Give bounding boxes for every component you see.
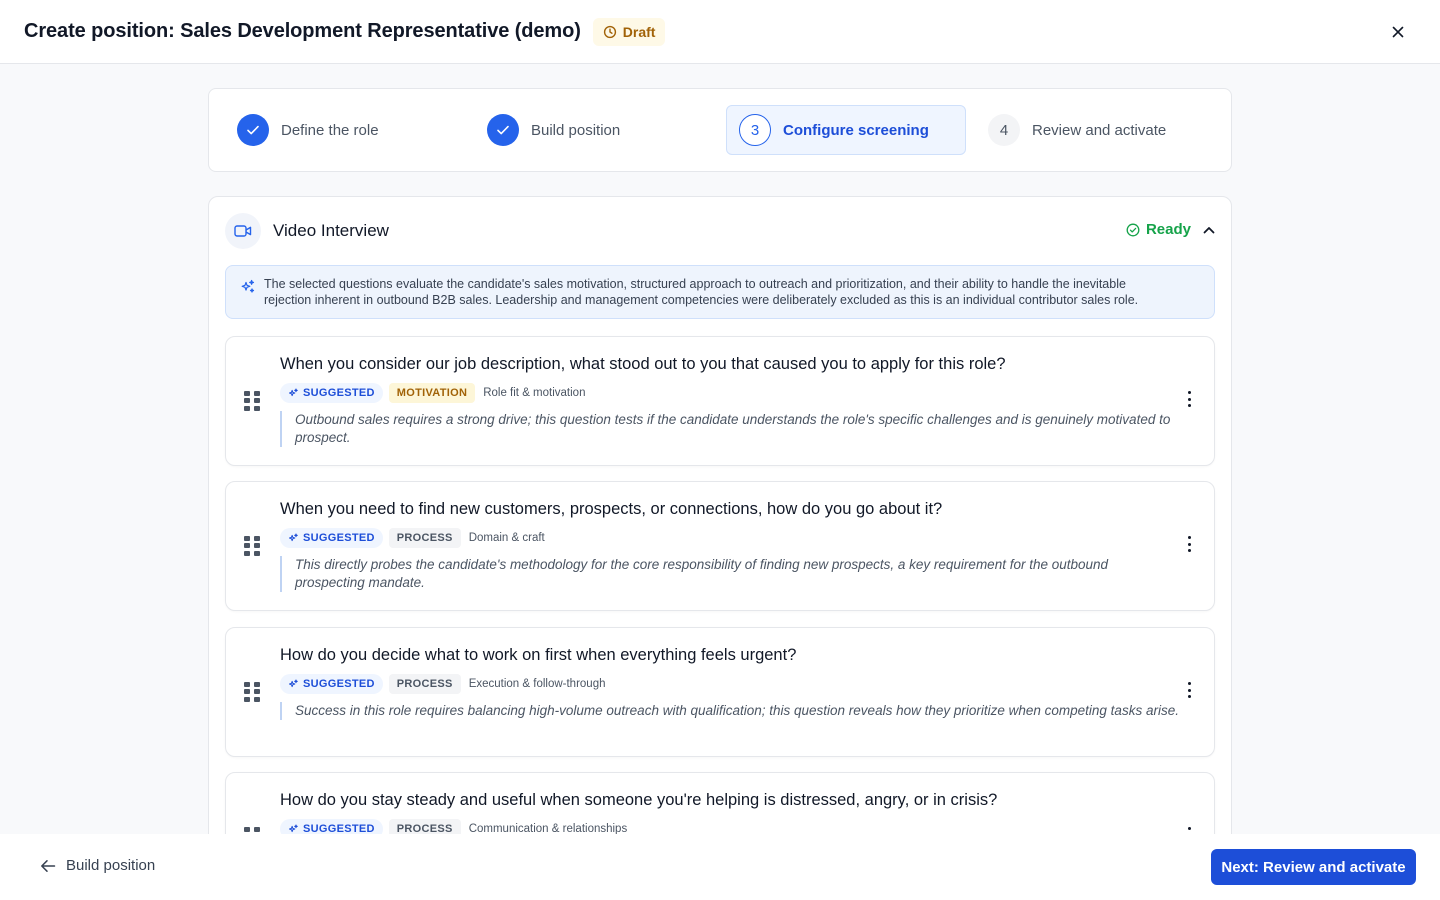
sparkles-icon xyxy=(288,679,298,687)
step-build-position[interactable]: Build position xyxy=(475,105,705,155)
step-number: 4 xyxy=(988,114,1020,146)
category-label: Role fit & motivation xyxy=(483,387,586,399)
suggested-label: SUGGESTED xyxy=(303,387,375,399)
status-badge-label: Draft xyxy=(622,23,656,40)
sparkles-icon xyxy=(288,388,298,396)
summary-line: The selected questions evaluate the cand… xyxy=(264,277,1126,291)
question-rationale: This directly probes the candidate's met… xyxy=(280,556,1180,592)
back-button-label: Build position xyxy=(66,857,156,874)
drag-handle-icon[interactable] xyxy=(244,682,260,702)
question-tags: SUGGESTED PROCESS Domain & craft xyxy=(280,528,545,548)
suggested-badge: SUGGESTED xyxy=(280,674,383,694)
question-card[interactable]: When you need to find new customers, pro… xyxy=(225,481,1215,611)
page-title: Create position: Sales Development Repre… xyxy=(24,20,581,42)
stepper: Define the role Build position 3 Configu… xyxy=(208,88,1232,172)
step-configure-screening[interactable]: 3 Configure screening xyxy=(726,105,966,155)
question-rationale: Success in this role requires balancing … xyxy=(280,702,1180,720)
arrow-left-icon xyxy=(41,859,56,872)
category-label: Domain & craft xyxy=(468,532,545,544)
ai-summary: The selected questions evaluate the cand… xyxy=(225,265,1215,319)
close-icon xyxy=(1392,26,1404,38)
question-tags: SUGGESTED MOTIVATION Role fit & motivati… xyxy=(280,383,585,403)
suggested-badge: SUGGESTED xyxy=(280,383,383,403)
suggested-badge: SUGGESTED xyxy=(280,528,383,548)
collapse-toggle[interactable] xyxy=(1203,226,1215,234)
ready-label: Ready xyxy=(1145,221,1191,238)
question-text: When you consider our job description, w… xyxy=(280,355,1006,373)
step-label: Configure screening xyxy=(783,121,929,139)
step-label: Define the role xyxy=(281,121,379,139)
step-define-the-role[interactable]: Define the role xyxy=(225,105,455,155)
check-icon xyxy=(247,125,259,135)
category-label: Execution & follow-through xyxy=(468,678,606,690)
question-tags: SUGGESTED PROCESS Execution & follow-thr… xyxy=(280,674,606,694)
question-rationale: Outbound sales requires a strong drive; … xyxy=(280,411,1180,447)
sparkles-icon xyxy=(241,279,255,293)
video-interview-header[interactable]: Video Interview Ready xyxy=(225,213,1215,249)
clock-icon xyxy=(603,25,616,38)
summary-line: rejection inherent in outbound B2B sales… xyxy=(264,293,1139,307)
question-text: How do you stay steady and useful when s… xyxy=(280,791,998,809)
suggested-label: SUGGESTED xyxy=(303,678,375,690)
sparkles-icon xyxy=(288,533,298,541)
kebab-menu-icon[interactable] xyxy=(1186,680,1192,700)
step-label: Build position xyxy=(531,121,621,139)
video-camera-icon xyxy=(234,225,252,237)
step-label: Review and activate xyxy=(1032,121,1167,139)
next-button[interactable]: Next: Review and activate xyxy=(1211,849,1416,885)
top-bar: Create position: Sales Development Repre… xyxy=(0,0,1440,64)
drag-handle-icon[interactable] xyxy=(244,536,260,556)
ready-status[interactable]: Ready xyxy=(1126,221,1215,238)
type-badge: PROCESS xyxy=(388,674,461,694)
sparkles-icon xyxy=(288,824,298,832)
step-complete-badge xyxy=(487,114,519,146)
question-text: When you need to find new customers, pro… xyxy=(280,500,943,518)
check-circle-icon xyxy=(1126,223,1140,236)
video-icon-badge xyxy=(225,213,261,249)
close-button[interactable] xyxy=(1386,20,1410,44)
step-number: 3 xyxy=(739,114,771,146)
kebab-menu-icon[interactable] xyxy=(1186,534,1192,554)
section-title: Video Interview xyxy=(273,221,389,240)
check-icon xyxy=(497,125,509,135)
question-text: How do you decide what to work on first … xyxy=(280,646,797,664)
footer-bar: Build position Next: Review and activate xyxy=(0,834,1440,900)
video-interview-panel: Video Interview Ready The selected quest… xyxy=(208,196,1232,900)
chevron-up-icon xyxy=(1203,226,1215,233)
step-complete-badge xyxy=(237,114,269,146)
type-badge: PROCESS xyxy=(388,528,461,548)
question-card[interactable]: When you consider our job description, w… xyxy=(225,336,1215,466)
back-button[interactable]: Build position xyxy=(40,857,155,874)
kebab-menu-icon[interactable] xyxy=(1186,389,1192,409)
type-badge: MOTIVATION xyxy=(388,383,476,403)
drag-handle-icon[interactable] xyxy=(244,391,260,411)
status-badge: Draft xyxy=(592,17,666,46)
step-review-and-activate[interactable]: 4 Review and activate xyxy=(976,105,1216,155)
suggested-label: SUGGESTED xyxy=(303,532,375,544)
question-card[interactable]: How do you decide what to work on first … xyxy=(225,627,1215,757)
